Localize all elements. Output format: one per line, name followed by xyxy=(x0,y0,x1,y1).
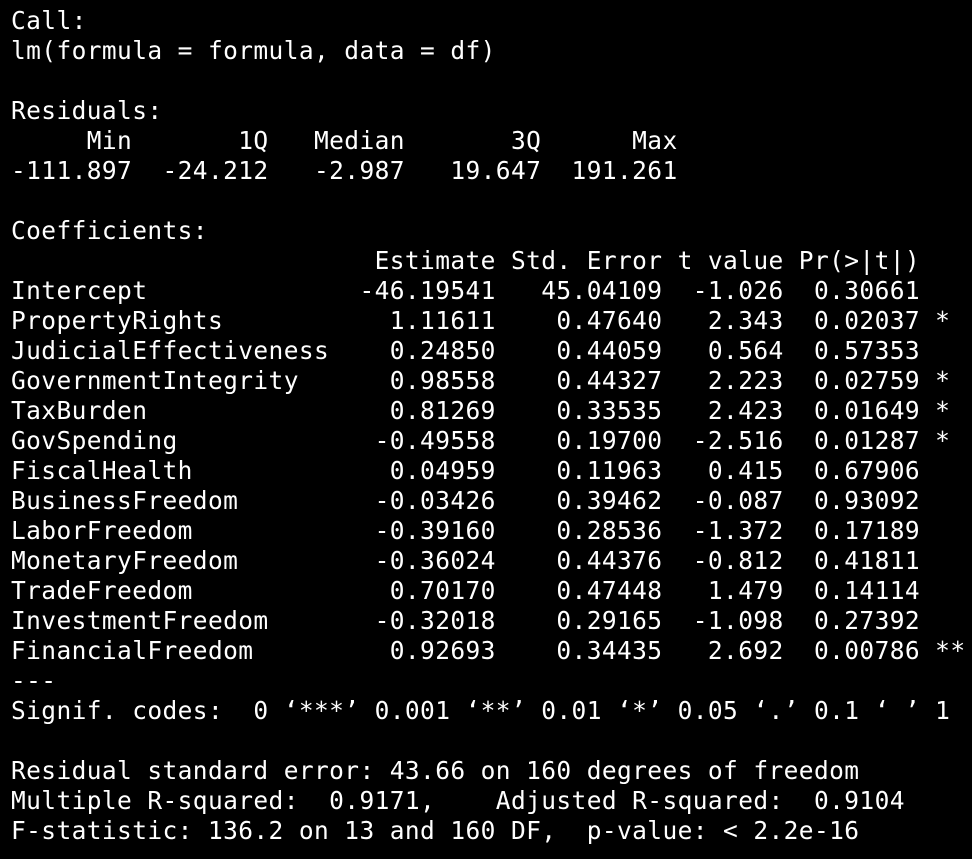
residuals-quantile-labels: Min 1Q Median 3Q Max xyxy=(11,126,693,155)
coefficient-row-investmentfreedom: InvestmentFreedom -0.32018 0.29165 -1.09… xyxy=(11,606,966,635)
coefficients-header: Coefficients: xyxy=(11,216,208,245)
residuals-header: Residuals: xyxy=(11,96,163,125)
f-statistic-summary: F-statistic: 136.2 on 13 and 160 DF, p-v… xyxy=(11,816,860,845)
coefficient-row-propertyrights: PropertyRights 1.11611 0.47640 2.343 0.0… xyxy=(11,306,966,335)
residual-standard-error: Residual standard error: 43.66 on 160 de… xyxy=(11,756,860,785)
coefficient-row-monetaryfreedom: MonetaryFreedom -0.36024 0.44376 -0.812 … xyxy=(11,546,966,575)
separator-line: --- xyxy=(11,666,57,695)
coefficient-row-govspending: GovSpending -0.49558 0.19700 -2.516 0.01… xyxy=(11,426,966,455)
coefficient-row-taxburden: TaxBurden 0.81269 0.33535 2.423 0.01649 … xyxy=(11,396,966,425)
coefficient-row-judicialeffectiveness: JudicialEffectiveness 0.24850 0.44059 0.… xyxy=(11,336,966,365)
call-header: Call: xyxy=(11,6,87,35)
coefficient-row-governmentintegrity: GovernmentIntegrity 0.98558 0.44327 2.22… xyxy=(11,366,966,395)
signif-codes: Signif. codes: 0 ‘***’ 0.001 ‘**’ 0.01 ‘… xyxy=(11,696,951,725)
coefficient-row-businessfreedom: BusinessFreedom -0.03426 0.39462 -0.087 … xyxy=(11,486,966,515)
coefficient-row-laborfreedom: LaborFreedom -0.39160 0.28536 -1.372 0.1… xyxy=(11,516,966,545)
coefficient-row-financialfreedom: FinancialFreedom 0.92693 0.34435 2.692 0… xyxy=(11,636,966,665)
call-formula: lm(formula = formula, data = df) xyxy=(11,36,496,65)
residuals-quantile-values: -111.897 -24.212 -2.987 19.647 191.261 xyxy=(11,156,693,185)
r-console-output: Call: lm(formula = formula, data = df) Res… xyxy=(11,6,966,846)
coefficients-column-headers: Estimate Std. Error t value Pr(>|t|) xyxy=(11,246,966,275)
coefficient-row-tradefreedom: TradeFreedom 0.70170 0.47448 1.479 0.141… xyxy=(11,576,966,605)
coefficient-row-fiscalhealth: FiscalHealth 0.04959 0.11963 0.415 0.679… xyxy=(11,456,966,485)
coefficient-row-intercept: Intercept -46.19541 45.04109 -1.026 0.30… xyxy=(11,276,966,305)
r-squared-summary: Multiple R-squared: 0.9171, Adjusted R-s… xyxy=(11,786,921,815)
